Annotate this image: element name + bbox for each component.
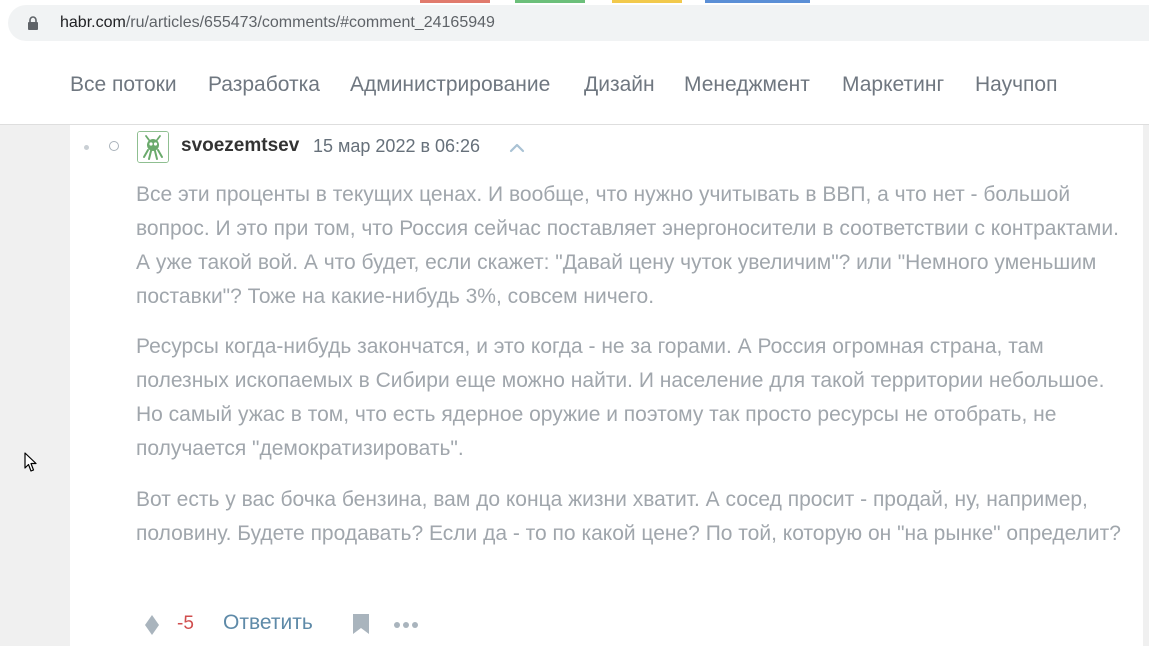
reply-button[interactable]: Ответить	[223, 611, 313, 635]
browser-toolbar: habr.com/ru/articles/655473/comments/#co…	[0, 0, 1149, 46]
vote-diamond-icon[interactable]	[144, 614, 160, 636]
thread-branch-circle[interactable]	[109, 141, 119, 151]
avatar[interactable]	[137, 131, 169, 163]
nav-item-popsci[interactable]: Научпоп	[975, 73, 1057, 97]
bookmark-icon[interactable]	[352, 613, 370, 635]
chevron-up-icon[interactable]	[507, 139, 527, 155]
more-dots-icon[interactable]	[393, 621, 419, 629]
comment-paragraph: Все эти проценты в текущих ценах. И вооб…	[136, 183, 1119, 308]
comment-username[interactable]: svoezemtsev	[181, 135, 299, 157]
right-edge	[1143, 125, 1149, 646]
comment-timestamp[interactable]: 15 мар 2022 в 06:26	[313, 136, 480, 157]
mouse-pointer-icon	[24, 452, 37, 472]
tab-strip	[0, 0, 1149, 3]
nav-item-all-streams[interactable]: Все потоки	[70, 73, 177, 97]
nav-item-design[interactable]: Дизайн	[584, 73, 655, 97]
nav-item-management[interactable]: Менеджмент	[684, 73, 810, 97]
lock-icon	[28, 16, 38, 30]
robot-avatar-icon	[138, 132, 168, 162]
nav-item-marketing[interactable]: Маркетинг	[842, 73, 944, 97]
comment-paragraph: Вот есть у вас бочка бензина, вам до кон…	[136, 488, 1121, 545]
url-host: habr.com	[60, 14, 126, 31]
site-nav: Все потоки Разработка Администрирование …	[0, 46, 1149, 125]
url-text[interactable]: habr.com/ru/articles/655473/comments/#co…	[60, 14, 495, 32]
nav-item-development[interactable]: Разработка	[208, 73, 320, 97]
comment-score: -5	[177, 613, 194, 634]
comment-footer: -5 Ответить	[136, 606, 456, 642]
address-bar[interactable]: habr.com/ru/articles/655473/comments/#co…	[8, 5, 1149, 41]
left-gutter	[0, 125, 70, 646]
url-path: /ru/articles/655473/comments/#comment_24…	[125, 14, 495, 31]
comment-paragraph: Ресурсы когда-нибудь закончатся, и это к…	[136, 335, 1105, 460]
thread-line-dot	[84, 145, 89, 150]
nav-item-administration[interactable]: Администрирование	[350, 73, 550, 97]
